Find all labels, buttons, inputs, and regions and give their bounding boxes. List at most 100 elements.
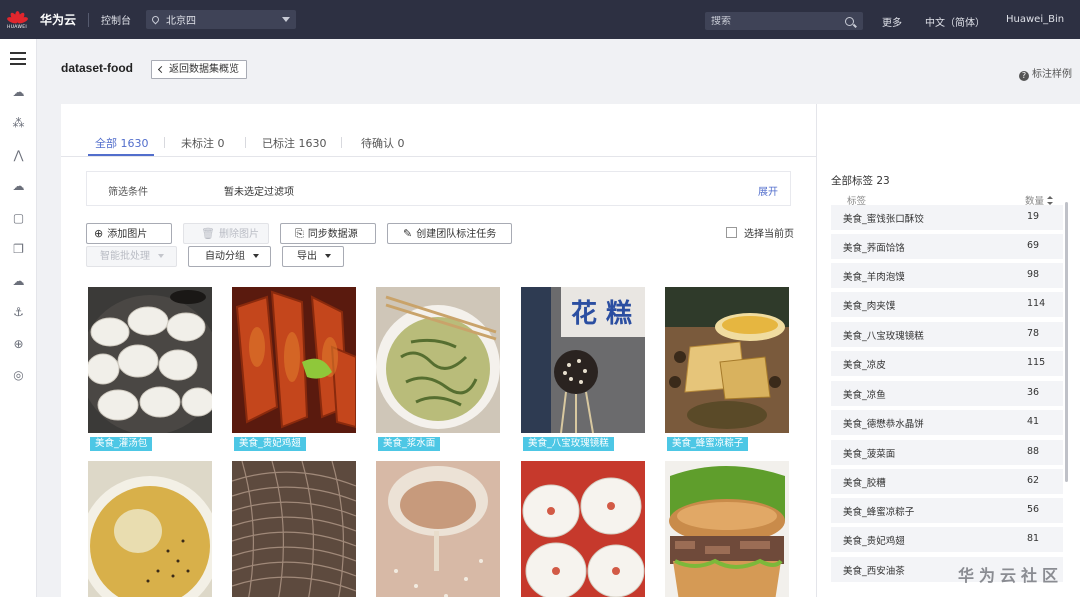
image-card[interactable]: 美食_灌汤包 xyxy=(88,287,212,451)
label-quantity: 62 xyxy=(1027,475,1040,486)
label-row[interactable]: 美食_凉鱼 36 xyxy=(831,381,1063,406)
brand-name[interactable]: 华为云 xyxy=(40,11,76,28)
document-icon[interactable]: ❐ xyxy=(11,242,26,257)
left-sidebar: ☁ ⁂ ⋀ ☁ ▢ ❐ ☁ ⚓ ⊕ ◎ xyxy=(0,39,37,597)
more-menu[interactable]: 更多 xyxy=(882,14,902,29)
food-image[interactable] xyxy=(665,287,789,433)
image-card[interactable] xyxy=(521,461,645,597)
label-row[interactable]: 美食_蜂蜜凉粽子 56 xyxy=(831,498,1063,523)
image-card[interactable] xyxy=(232,461,356,597)
label-name: 美食_蜂蜜凉粽子 xyxy=(843,507,915,518)
cluster-icon[interactable]: ⁂ xyxy=(11,116,26,131)
label-name: 美食_八宝玫瑰镜糕 xyxy=(843,331,924,342)
sort-icon[interactable] xyxy=(1047,196,1054,205)
image-card[interactable]: 美食_贵妃鸡翅 xyxy=(232,287,356,451)
food-image[interactable] xyxy=(88,461,212,597)
label-name: 美食_凉鱼 xyxy=(843,390,886,401)
cloud-icon[interactable]: ☁ xyxy=(11,85,26,100)
label-row[interactable]: 美食_德懋恭水晶饼 41 xyxy=(831,410,1063,435)
filter-bar: 筛选条件 暂未选定过滤项 展开 xyxy=(86,171,791,206)
food-image[interactable]: 花 糕 xyxy=(521,287,645,433)
image-card[interactable] xyxy=(88,461,212,597)
tab-unlabeled[interactable]: 未标注 0 xyxy=(181,135,225,151)
image-card[interactable] xyxy=(665,461,789,597)
food-image[interactable] xyxy=(232,461,356,597)
auto-group-dropdown[interactable]: 自动分组 xyxy=(188,246,271,267)
search-input[interactable] xyxy=(711,15,841,27)
tab-all[interactable]: 全部 1630 xyxy=(95,135,149,151)
image-label-tag: 美食_八宝玫瑰镜糕 xyxy=(523,437,614,451)
label-row[interactable]: 美食_贵妃鸡翅 81 xyxy=(831,527,1063,552)
select-page-checkbox[interactable] xyxy=(726,227,737,238)
tab-pending[interactable]: 待确认 0 xyxy=(361,135,405,151)
trash-icon: 🗑 xyxy=(201,227,215,240)
label-row[interactable]: 美食_荞面饸饹 69 xyxy=(831,234,1063,259)
filter-value: 暂未选定过滤项 xyxy=(224,187,294,198)
label-row[interactable]: 美食_凉皮 115 xyxy=(831,351,1063,376)
image-card[interactable] xyxy=(376,461,500,597)
anchor-icon[interactable]: ⚓ xyxy=(11,305,26,320)
search-icon[interactable] xyxy=(845,16,854,26)
language-selector[interactable]: 中文（简体） xyxy=(925,14,985,29)
sync-datasource-button[interactable]: ⎘ 同步数据源 xyxy=(280,223,376,244)
console-link[interactable]: 控制台 xyxy=(101,12,131,27)
expand-filter-link[interactable]: 展开 xyxy=(758,183,778,198)
select-current-page[interactable]: 选择当前页 xyxy=(726,225,794,240)
label-name: 美食_德懋恭水晶饼 xyxy=(843,419,924,430)
image-card[interactable]: 美食_浆水面 xyxy=(376,287,500,451)
device-icon[interactable]: ▢ xyxy=(11,211,26,226)
community-watermark: 华为云社区 xyxy=(958,566,1064,585)
create-team-task-button[interactable]: ✎ 创建团队标注任务 xyxy=(387,223,512,244)
label-row[interactable]: 美食_胶糟 62 xyxy=(831,469,1063,494)
add-image-button[interactable]: ⊕ 添加图片 xyxy=(86,223,172,244)
chat-icon[interactable]: ◎ xyxy=(11,368,26,383)
label-row[interactable]: 美食_肉夹馍 114 xyxy=(831,292,1063,317)
image-label-tag: 美食_灌汤包 xyxy=(90,437,153,451)
region-selector[interactable]: 北京四 xyxy=(146,10,297,29)
hamburger-menu-icon[interactable] xyxy=(10,52,26,69)
export-dropdown[interactable]: 导出 xyxy=(282,246,344,267)
label-name: 美食_凉皮 xyxy=(843,360,886,371)
huawei-logo[interactable]: HUAWEI xyxy=(0,0,34,39)
food-image[interactable] xyxy=(376,287,500,433)
user-menu[interactable]: Huawei_Bin xyxy=(1006,14,1064,25)
food-image[interactable] xyxy=(88,287,212,433)
model-icon[interactable]: ⋀ xyxy=(11,148,26,163)
label-row[interactable]: 美食_菠菜面 88 xyxy=(831,440,1063,465)
label-quantity: 69 xyxy=(1027,240,1040,251)
food-image[interactable] xyxy=(376,461,500,597)
label-list-scrollbar[interactable] xyxy=(1065,202,1068,482)
dataset-panel: 全部 1630 未标注 0 已标注 1630 待确认 0 筛选条件 暂未选定过滤… xyxy=(61,104,1080,597)
label-row[interactable]: 美食_蜜饯张口酥饺 19 xyxy=(831,205,1063,230)
cloud-storage-icon[interactable]: ☁ xyxy=(11,179,26,194)
cloud-service-icon[interactable]: ☁ xyxy=(11,274,26,289)
food-image[interactable] xyxy=(665,461,789,597)
label-name: 美食_蜜饯张口酥饺 xyxy=(843,214,924,225)
tab-labeled[interactable]: 已标注 1630 xyxy=(262,135,327,151)
button-label: 添加图片 xyxy=(107,229,148,240)
label-row[interactable]: 美食_八宝玫瑰镜糕 78 xyxy=(831,322,1063,347)
label-sample-link[interactable]: ? 标注样例 xyxy=(1019,65,1072,81)
help-text: 标注样例 xyxy=(1032,69,1072,80)
image-card[interactable]: 美食_蜂蜜凉粽子 xyxy=(665,287,789,451)
label-quantity: 19 xyxy=(1027,211,1040,222)
delete-image-button[interactable]: 🗑 删除图片 xyxy=(183,223,269,244)
smart-batch-dropdown[interactable]: 智能批处理 xyxy=(86,246,177,267)
label-quantity: 41 xyxy=(1027,416,1040,427)
label-row[interactable]: 美食_羊肉泡馍 98 xyxy=(831,263,1063,288)
button-label: 创建团队标注任务 xyxy=(416,229,497,240)
label-name: 美食_西安油茶 xyxy=(843,566,905,577)
food-image[interactable] xyxy=(521,461,645,597)
food-image[interactable] xyxy=(232,287,356,433)
all-labels-title: 全部标签 xyxy=(831,175,873,187)
image-card[interactable]: 花 糕 美食_八宝玫瑰镜糕 xyxy=(521,287,645,451)
label-quantity: 88 xyxy=(1027,446,1040,457)
image-label-tag: 美食_贵妃鸡翅 xyxy=(234,437,306,451)
divider xyxy=(245,137,246,148)
chevron-down-icon xyxy=(282,17,291,22)
huawei-flower-icon xyxy=(5,9,29,25)
label-panel: 全部标签 23 标签 数量 美食_蜜饯张口酥饺 19 美食_荞面饸饹 69 美食_羊… xyxy=(816,104,1080,597)
globe-icon[interactable]: ⊕ xyxy=(11,337,26,352)
back-to-overview-button[interactable]: 返回数据集概览 xyxy=(151,60,247,79)
active-tab-indicator xyxy=(88,154,154,156)
